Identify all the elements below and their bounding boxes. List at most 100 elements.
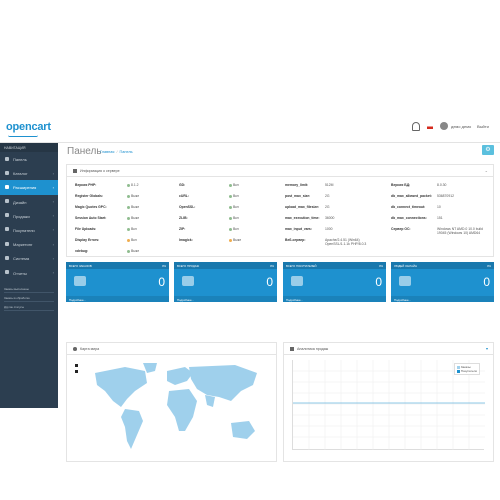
status-dot-icon [229, 216, 232, 220]
tile-percent: 0% [486, 264, 491, 268]
progress-bar [4, 310, 54, 312]
order-status-progress: Заказы выполнены Заказы в обработке Другие… [0, 280, 58, 312]
sidebar-item-label: Маркетинг [13, 242, 33, 248]
server-info-title: Информация о сервере [80, 169, 120, 173]
sidebar-item-3[interactable]: Дизайн › [0, 195, 58, 209]
info-value: Вкл [229, 205, 239, 209]
stat-tile: ВСЕГО ПРОДАЖ 0% 0 Подробнее... [174, 262, 277, 302]
opencart-logo[interactable]: opencart [6, 121, 51, 133]
progress-item: Заказы в обработке [4, 296, 54, 303]
info-label: OpenSSL: [179, 205, 196, 209]
sidebar-item-2[interactable]: Расширения › [0, 180, 58, 195]
bell-icon[interactable] [412, 122, 420, 131]
sidebar-item-7[interactable]: Система › [0, 251, 58, 265]
status-dot-icon [127, 238, 130, 242]
info-value: Apache/2.4.51 (Win64) OpenSSL/1.1.1k PHP… [325, 238, 367, 246]
logo-cart-swoosh [8, 135, 38, 137]
sidebar-item-label: Панель [13, 157, 27, 162]
map-zoom-in-button[interactable] [75, 364, 78, 367]
bar-chart-icon [290, 347, 294, 351]
map-india [205, 395, 215, 407]
tile-more-link[interactable]: Подробнее... [66, 296, 169, 302]
breadcrumb-home[interactable]: Главная [100, 150, 114, 154]
world-map-panel: Карта мира [66, 342, 277, 462]
tag-icon [5, 170, 9, 175]
info-label: GD: [179, 183, 186, 187]
dashboard-icon [5, 156, 9, 161]
calendar-icon[interactable]: ▾ [486, 346, 488, 351]
chevron-right-icon: › [52, 270, 54, 275]
server-info-panel: Информация о сервере ⌄ Версия PHP: 8.1.2 R… [66, 164, 494, 257]
info-value: 36000 [325, 216, 335, 220]
tile-more-link[interactable]: Подробнее... [174, 296, 277, 302]
sales-analytics-panel: Аналитика продаж ▾ Заказы Покупатели [283, 342, 494, 462]
top-header: opencart демо демо Выйти [0, 113, 500, 143]
sidebar-item-1[interactable]: Каталог › [0, 166, 58, 180]
puzzle-icon [5, 184, 9, 189]
globe-icon [73, 347, 77, 351]
info-value: Вкл [127, 227, 137, 231]
chevron-right-icon: › [52, 213, 54, 219]
tile-value: 0 [158, 275, 165, 289]
nav-title: НАВИГАЦИЯ [0, 143, 58, 152]
sidebar-item-label: Отчеты [13, 270, 27, 276]
user-menu[interactable]: демо демо [451, 124, 471, 129]
breadcrumb: Главная / Панель [100, 150, 133, 154]
info-label: db_connect_timeout: [391, 205, 426, 209]
user-icon [291, 276, 303, 286]
tile-more-link[interactable]: Подробнее... [283, 296, 386, 302]
status-dot-icon [127, 194, 130, 198]
info-value: Вкл [229, 194, 239, 198]
breadcrumb-current[interactable]: Панель [120, 150, 133, 154]
tile-more-link[interactable]: Подробнее... [391, 296, 494, 302]
status-dot-icon [127, 205, 130, 209]
logout-link[interactable]: Выйти [477, 124, 489, 129]
sidebar-item-label: Покупатели [13, 227, 35, 233]
sidebar-item-4[interactable]: Продажи › [0, 209, 58, 223]
chevron-down-icon[interactable]: ⌄ [485, 168, 488, 173]
chevron-right-icon: › [52, 227, 54, 233]
chevron-right-icon: › [52, 241, 54, 247]
sidebar: НАВИГАЦИЯ Панель Каталог › Расширения › Дизай… [0, 143, 58, 408]
tile-header: ЛЮДЕЙ ОНЛАЙН 0% [391, 262, 494, 269]
info-label: db_max_connections: [391, 216, 427, 220]
info-label: max_execution_time: [285, 216, 320, 220]
bar-chart-icon [5, 270, 9, 274]
map-north-america [95, 367, 147, 407]
info-label: ZIP: [179, 227, 186, 231]
info-label: Imagick: [179, 238, 193, 242]
info-value: 1000 [325, 227, 333, 231]
world-map[interactable] [85, 361, 265, 456]
info-label: Версия БД: [391, 183, 411, 187]
cog-icon [5, 255, 9, 260]
cart-icon [74, 276, 86, 286]
info-value: Вкл [229, 216, 239, 220]
stat-tile: ВСЕГО ЗАКАЗОВ 0% 0 Подробнее... [66, 262, 169, 302]
tile-header: ВСЕГО ПРОДАЖ 0% [174, 262, 277, 269]
sidebar-item-0[interactable]: Панель [0, 152, 58, 166]
info-label: Версия PHP: [75, 183, 97, 187]
sidebar-item-6[interactable]: Маркетинг › [0, 237, 58, 251]
avatar[interactable] [440, 122, 448, 130]
info-label: cURL: [179, 194, 189, 198]
dashboard-settings-button[interactable]: ⚙ [482, 145, 494, 155]
info-label: Display Errors: [75, 238, 100, 242]
chevron-right-icon: › [52, 199, 54, 205]
sidebar-item-5[interactable]: Покупатели › [0, 223, 58, 237]
language-flag-icon[interactable] [427, 125, 433, 129]
sales-chart: Заказы Покупатели [292, 360, 485, 450]
info-label: post_max_size: [285, 194, 311, 198]
credit-card-icon [182, 276, 194, 286]
stat-tile: ВСЕГО ПОКУПАТЕЛЕЙ 0% 0 Подробнее... [283, 262, 386, 302]
info-label: ZLIB: [179, 216, 188, 220]
map-greenland [143, 363, 157, 373]
status-dot-icon [127, 216, 130, 220]
map-asia [189, 365, 257, 401]
map-zoom-out-button[interactable] [75, 370, 78, 373]
chevron-right-icon: › [52, 170, 54, 176]
info-value: 151 [437, 216, 443, 220]
sidebar-item-8[interactable]: Отчеты › [0, 266, 58, 280]
status-dot-icon [229, 194, 232, 198]
tile-value: 0 [483, 275, 490, 289]
desktop-icon [5, 199, 9, 204]
